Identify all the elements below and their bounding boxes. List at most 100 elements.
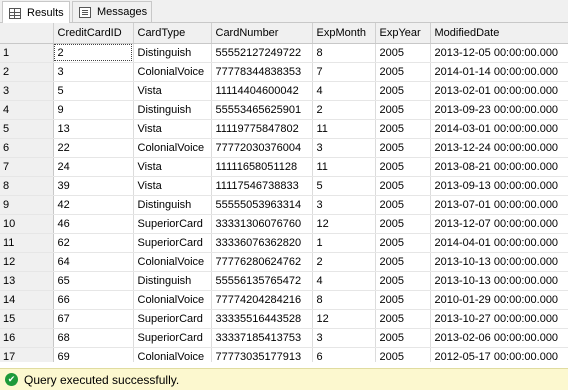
table-cell[interactable]: 2005 xyxy=(375,176,431,196)
table-cell[interactable]: 5 xyxy=(312,176,376,196)
column-header[interactable]: ExpYear xyxy=(375,23,431,44)
table-cell[interactable]: 33336076362820 xyxy=(211,233,313,253)
table-cell[interactable]: 2013-10-13 00:00:00.000 xyxy=(430,252,568,272)
table-cell[interactable]: 2005 xyxy=(375,214,431,234)
table-row[interactable]: 2 3 ColonialVoice 77778344838353 7 2005 2014-0… xyxy=(0,62,568,82)
table-cell[interactable]: SuperiorCard xyxy=(133,309,212,329)
table-row[interactable]: 7 24 Vista 11111658051128 11 2005 2013-08-21 0… xyxy=(0,157,568,177)
row-number-cell[interactable]: 5 xyxy=(0,119,54,139)
table-row[interactable]: 1 2 Distinguish 55552127249722 8 2005 2013-12-… xyxy=(0,43,568,63)
table-row[interactable]: 3 5 Vista 11114404600042 4 2005 2013-02-01 00:… xyxy=(0,81,568,101)
table-cell[interactable]: 55556135765472 xyxy=(211,271,313,291)
table-cell[interactable]: 3 xyxy=(312,138,376,158)
table-row[interactable]: 17 69 ColonialVoice 77773035177913 6 2005 2012… xyxy=(0,347,568,362)
table-cell[interactable]: 2010-01-29 00:00:00.000 xyxy=(430,290,568,310)
table-row[interactable]: 12 64 ColonialVoice 77776280624762 2 2005 2013… xyxy=(0,252,568,272)
table-cell[interactable]: 39 xyxy=(53,176,134,196)
table-cell[interactable]: 11117546738833 xyxy=(211,176,313,196)
table-cell[interactable]: Distinguish xyxy=(133,271,212,291)
table-cell[interactable]: 5 xyxy=(53,81,134,101)
table-cell[interactable]: SuperiorCard xyxy=(133,328,212,348)
table-cell[interactable]: Distinguish xyxy=(133,195,212,215)
table-cell[interactable]: 2005 xyxy=(375,195,431,215)
row-number-cell[interactable]: 17 xyxy=(0,347,54,362)
table-cell[interactable]: 11111658051128 xyxy=(211,157,313,177)
table-cell[interactable]: 4 xyxy=(312,81,376,101)
row-number-cell[interactable]: 15 xyxy=(0,309,54,329)
row-number-cell[interactable]: 9 xyxy=(0,195,54,215)
table-row[interactable]: 15 67 SuperiorCard 33335516443528 12 2005 2013… xyxy=(0,309,568,329)
table-cell[interactable]: 11114404600042 xyxy=(211,81,313,101)
table-cell[interactable]: 2005 xyxy=(375,328,431,348)
table-cell[interactable]: SuperiorCard xyxy=(133,214,212,234)
table-cell[interactable]: 2013-08-21 00:00:00.000 xyxy=(430,157,568,177)
table-cell[interactable]: 2005 xyxy=(375,347,431,362)
table-row[interactable]: 4 9 Distinguish 55553465625901 2 2005 2013-09-… xyxy=(0,100,568,120)
table-cell[interactable]: 2005 xyxy=(375,81,431,101)
row-number-cell[interactable]: 16 xyxy=(0,328,54,348)
table-row[interactable]: 11 62 SuperiorCard 33336076362820 1 2005 2014-… xyxy=(0,233,568,253)
table-cell[interactable]: 62 xyxy=(53,233,134,253)
table-row[interactable]: 10 46 SuperiorCard 33331306076760 12 2005 2013… xyxy=(0,214,568,234)
table-row[interactable]: 5 13 Vista 11119775847802 11 2005 2014-03-01 0… xyxy=(0,119,568,139)
row-number-cell[interactable]: 4 xyxy=(0,100,54,120)
column-header[interactable]: CreditCardID xyxy=(53,23,134,44)
table-cell[interactable]: 3 xyxy=(312,328,376,348)
row-number-cell[interactable]: 11 xyxy=(0,233,54,253)
tab-messages[interactable]: Messages xyxy=(72,1,152,22)
table-cell[interactable]: 2005 xyxy=(375,271,431,291)
table-row[interactable]: 14 66 ColonialVoice 77774204284216 8 2005 2010… xyxy=(0,290,568,310)
table-cell[interactable]: 2005 xyxy=(375,252,431,272)
table-cell[interactable]: ColonialVoice xyxy=(133,252,212,272)
row-number-cell[interactable]: 13 xyxy=(0,271,54,291)
table-cell[interactable]: 2014-03-01 00:00:00.000 xyxy=(430,119,568,139)
table-cell[interactable]: 2013-10-27 00:00:00.000 xyxy=(430,309,568,329)
table-cell[interactable]: 12 xyxy=(312,214,376,234)
table-cell[interactable]: 2012-05-17 00:00:00.000 xyxy=(430,347,568,362)
table-cell[interactable]: 6 xyxy=(312,347,376,362)
table-cell[interactable]: 2013-12-05 00:00:00.000 xyxy=(430,43,568,63)
table-cell[interactable]: 77772030376004 xyxy=(211,138,313,158)
table-cell[interactable]: Vista xyxy=(133,81,212,101)
results-grid[interactable]: CreditCardID CardType CardNumber ExpMont… xyxy=(0,23,568,362)
table-row[interactable]: 9 42 Distinguish 55555053963314 3 2005 2013-07… xyxy=(0,195,568,215)
table-cell[interactable]: 4 xyxy=(312,271,376,291)
table-cell[interactable]: ColonialVoice xyxy=(133,290,212,310)
table-cell[interactable]: 33335516443528 xyxy=(211,309,313,329)
table-cell[interactable]: 77776280624762 xyxy=(211,252,313,272)
table-cell[interactable]: 77773035177913 xyxy=(211,347,313,362)
table-cell[interactable]: ColonialVoice xyxy=(133,347,212,362)
row-number-cell[interactable]: 8 xyxy=(0,176,54,196)
table-cell[interactable]: 2005 xyxy=(375,62,431,82)
table-cell[interactable]: 11119775847802 xyxy=(211,119,313,139)
table-cell[interactable]: 2005 xyxy=(375,138,431,158)
table-cell[interactable]: 66 xyxy=(53,290,134,310)
table-cell[interactable]: 2013-02-06 00:00:00.000 xyxy=(430,328,568,348)
corner-header-cell[interactable] xyxy=(0,23,54,44)
table-row[interactable]: 16 68 SuperiorCard 33337185413753 3 2005 2013-… xyxy=(0,328,568,348)
table-row[interactable]: 13 65 Distinguish 55556135765472 4 2005 2013-1… xyxy=(0,271,568,291)
column-header[interactable]: CardNumber xyxy=(211,23,313,44)
column-header[interactable]: ExpMonth xyxy=(312,23,376,44)
row-number-cell[interactable]: 14 xyxy=(0,290,54,310)
row-number-cell[interactable]: 3 xyxy=(0,81,54,101)
table-cell[interactable]: 2013-10-13 00:00:00.000 xyxy=(430,271,568,291)
table-cell[interactable]: 2 xyxy=(312,252,376,272)
table-cell[interactable]: 7 xyxy=(312,62,376,82)
table-cell[interactable]: 2013-12-07 00:00:00.000 xyxy=(430,214,568,234)
table-cell[interactable]: SuperiorCard xyxy=(133,233,212,253)
table-cell[interactable]: 3 xyxy=(53,62,134,82)
tab-results[interactable]: Results xyxy=(2,1,70,24)
table-cell[interactable]: 65 xyxy=(53,271,134,291)
table-cell[interactable]: 2005 xyxy=(375,43,431,63)
table-cell[interactable]: 24 xyxy=(53,157,134,177)
row-number-cell[interactable]: 1 xyxy=(0,43,54,63)
row-number-cell[interactable]: 7 xyxy=(0,157,54,177)
table-cell[interactable]: 11 xyxy=(312,119,376,139)
row-number-cell[interactable]: 2 xyxy=(0,62,54,82)
table-cell[interactable]: 13 xyxy=(53,119,134,139)
table-cell[interactable]: 2014-04-01 00:00:00.000 xyxy=(430,233,568,253)
table-row[interactable]: 8 39 Vista 11117546738833 5 2005 2013-09-13 00… xyxy=(0,176,568,196)
row-number-cell[interactable]: 6 xyxy=(0,138,54,158)
table-cell[interactable]: 68 xyxy=(53,328,134,348)
